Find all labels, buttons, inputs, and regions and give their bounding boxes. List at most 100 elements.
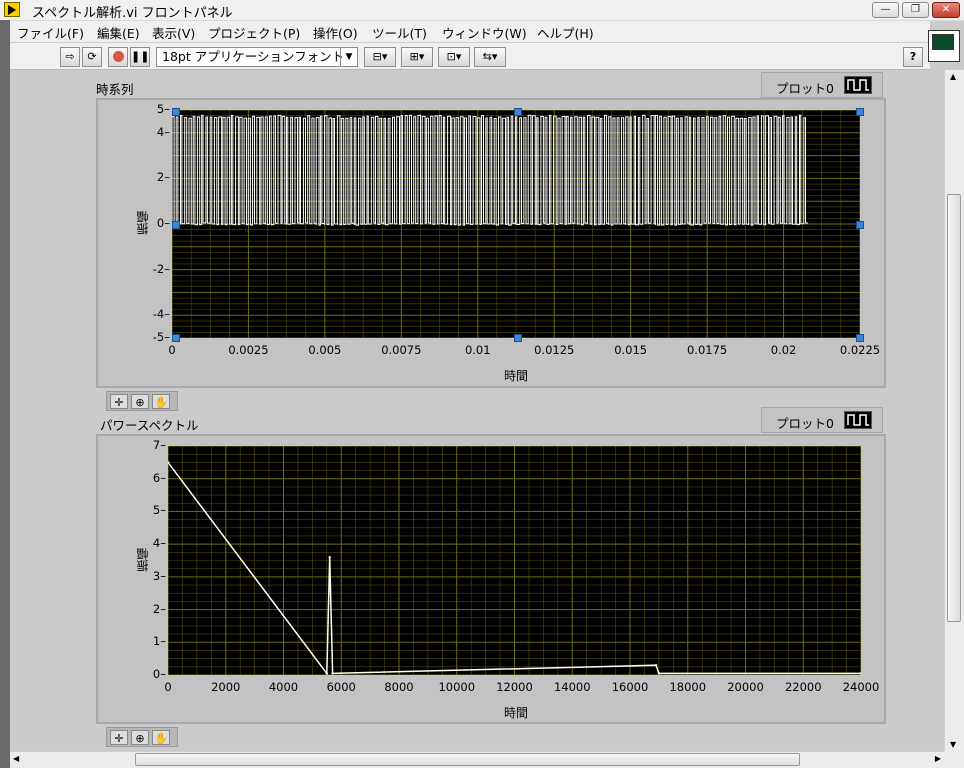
plot-area-time-series[interactable] [172,110,860,338]
help-button[interactable]: ? [903,47,923,67]
selection-handle[interactable] [514,334,522,342]
reorder-icon: ⇆▾ [482,50,498,63]
pan-hand-icon[interactable]: ✋ [152,394,170,409]
cursor-tool-icon[interactable]: ✛ [110,394,128,409]
menu-project[interactable]: プロジェクト(P) [208,23,300,42]
y-tick-label: 1– [152,634,166,649]
series-point [331,672,334,675]
plot-area-power-spectrum[interactable] [168,446,861,675]
x-axis-title-time-series: 時間 [504,369,529,383]
y-tick-label: -2– [152,261,170,276]
horizontal-scroll-thumb[interactable] [135,753,800,766]
x-axis-title-power-spectrum: 時間 [504,706,529,720]
align-objects-icon: ⊟▾ [372,50,388,63]
run-continuously-button[interactable]: ⟳ [82,47,102,67]
pause-button[interactable]: ❚❚ [130,47,150,67]
pan-hand-icon[interactable]: ✋ [152,730,170,745]
align-objects-button[interactable]: ⊟▾ [364,47,396,67]
series-point [654,663,658,667]
series-point [328,556,331,559]
y-axis-title-time-series: 振幅 [136,211,150,235]
menu-file[interactable]: ファイル(F) [17,23,84,42]
close-button[interactable]: ✕ [932,2,960,18]
time-series-chart [172,110,860,338]
x-tick-label: 0.015 [614,343,648,357]
menu-view[interactable]: 表示(V) [152,23,195,42]
vi-icon[interactable] [928,30,960,62]
resize-objects-icon: ⊡▾ [446,50,462,63]
abort-button[interactable] [108,47,128,67]
x-tick-label: 18000 [669,680,707,694]
vertical-scrollbar[interactable]: ▲ ▼ [944,70,964,751]
horizontal-scrollbar[interactable]: ◀ ▶ [10,751,944,768]
y-tick-label: 5– [156,102,170,116]
selection-handle[interactable] [514,108,522,116]
labview-app-icon[interactable] [4,2,20,17]
x-tick-label: 8000 [384,680,414,694]
vertical-scroll-thumb[interactable] [947,194,961,622]
plot-legend-time-series[interactable]: プロット0 [761,72,883,98]
x-tick-label: 6000 [326,680,356,694]
reorder-button[interactable]: ⇆▾ [474,47,506,67]
cursor-tool-icon[interactable]: ✛ [110,730,128,745]
menu-edit[interactable]: 編集(E) [97,23,140,42]
y-tick-label: -4– [152,307,170,322]
x-tick-label: 0.005 [308,343,342,357]
selection-handle[interactable] [172,221,180,229]
scroll-right-icon[interactable]: ▶ [935,754,941,763]
scroll-left-icon[interactable]: ◀ [13,754,19,763]
y-tick-label: 6– [152,470,166,485]
vi-icon-screen [932,34,954,50]
legend-label: プロット0 [776,416,834,431]
series-point [859,672,861,675]
selection-handle[interactable] [856,108,864,116]
selection-handle[interactable] [856,221,864,229]
series-point [657,672,661,675]
scroll-corner [944,751,964,768]
x-tick-label: 16000 [611,680,649,694]
square-wave-icon [844,76,872,94]
font-select[interactable]: 18pt アプリケーションフォント ▼ [156,47,358,67]
y-tick-label: 4– [156,124,170,139]
menu-help[interactable]: ヘルプ(H) [537,23,594,42]
y-tick-label: 2– [156,170,170,185]
font-select-value: 18pt アプリケーションフォント [162,49,345,64]
chevron-down-icon: ▼ [340,48,357,66]
pause-icon: ❚❚ [131,50,150,63]
y-tick-label: 2– [152,601,166,616]
x-tick-label: 0.0025 [228,343,269,357]
x-tick-label: 0 [164,680,172,694]
x-tick-label: 0.0225 [839,343,881,357]
menu-tools[interactable]: ツール(T) [372,23,427,42]
menu-operate[interactable]: 操作(O) [313,23,358,42]
zoom-tool-icon[interactable]: ⊕ [131,730,149,745]
x-tick-label: 0.0075 [381,343,422,357]
selection-handle[interactable] [172,334,180,342]
x-tick-label: 12000 [496,680,533,694]
y-tick-label: 7– [152,438,166,452]
square-wave-icon [844,411,872,429]
x-tick-label: 20000 [727,680,764,694]
distribute-objects-button[interactable]: ⊞▾ [401,47,433,67]
x-tick-label: 0.01 [464,343,491,357]
resize-objects-button[interactable]: ⊡▾ [438,47,470,67]
x-tick-label: 24000 [842,680,880,694]
front-panel: 時系列 プロット0 0 0.0025 0.005 0.0075 0.01 0.0125 0.… [10,70,944,751]
zoom-tool-icon[interactable]: ⊕ [131,394,149,409]
menu-window[interactable]: ウィンドウ(W) [442,23,527,42]
run-button[interactable]: ⇨ [60,47,80,67]
stop-icon [112,51,124,62]
x-tick-label: 0.0175 [686,343,728,357]
selection-handle[interactable] [856,334,864,342]
x-tick-label: 22000 [784,680,822,694]
series-line-plot0 [172,114,808,226]
graph-palette-time-series: ✛ ⊕ ✋ [106,391,178,411]
restore-button[interactable]: ❐ [902,2,929,18]
plot-legend-power-spectrum[interactable]: プロット0 [761,407,883,433]
minimize-button[interactable]: — [872,2,899,18]
selection-handle[interactable] [172,108,180,116]
scroll-down-icon[interactable]: ▼ [950,740,956,749]
run-continuously-icon: ⟳ [87,50,97,63]
scroll-up-icon[interactable]: ▲ [950,72,956,81]
power-spectrum-chart [168,446,861,675]
